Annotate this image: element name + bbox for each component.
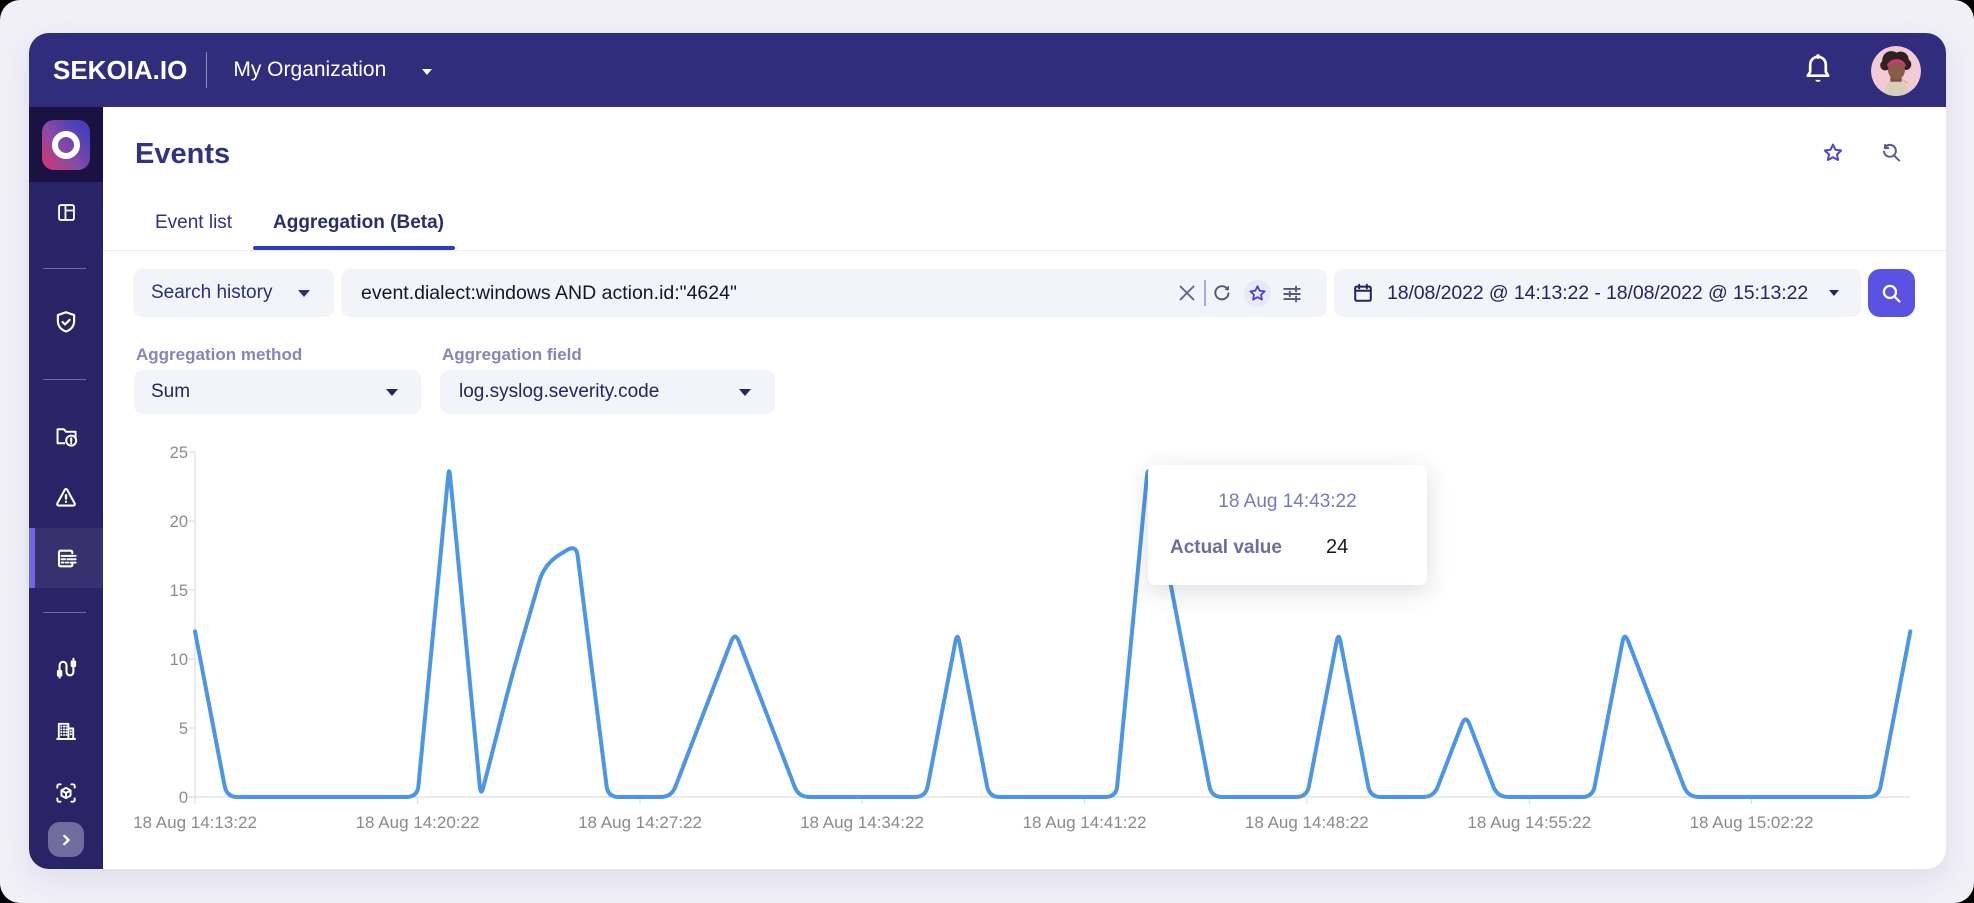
svg-text:18 Aug 14:34:22: 18 Aug 14:34:22 — [800, 813, 924, 832]
svg-text:10: 10 — [170, 651, 188, 669]
svg-text:25: 25 — [170, 444, 188, 462]
svg-text:18 Aug 14:55:22: 18 Aug 14:55:22 — [1467, 813, 1591, 832]
svg-text:0: 0 — [179, 789, 188, 807]
svg-text:5: 5 — [179, 720, 188, 738]
svg-text:18 Aug 14:41:22: 18 Aug 14:41:22 — [1023, 813, 1147, 832]
svg-text:18 Aug 14:27:22: 18 Aug 14:27:22 — [578, 813, 702, 832]
svg-text:18 Aug 14:13:22: 18 Aug 14:13:22 — [133, 813, 257, 832]
svg-text:20: 20 — [170, 513, 188, 531]
svg-text:18 Aug 14:20:22: 18 Aug 14:20:22 — [356, 813, 480, 832]
svg-text:15: 15 — [170, 582, 188, 600]
svg-text:18 Aug 14:48:22: 18 Aug 14:48:22 — [1245, 813, 1369, 832]
svg-text:18 Aug 15:02:22: 18 Aug 15:02:22 — [1690, 813, 1814, 832]
